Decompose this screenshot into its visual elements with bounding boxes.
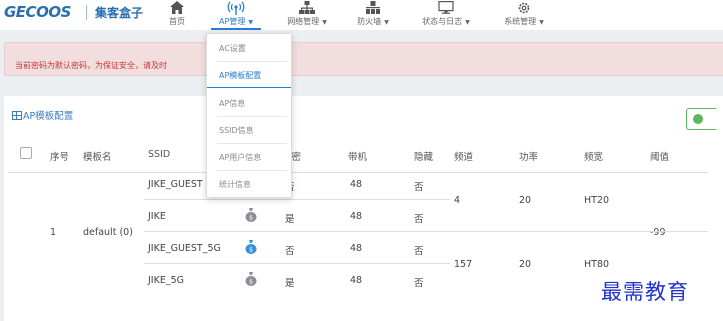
encryption-cell: 是	[285, 214, 295, 225]
col-header-channel: 频道	[454, 152, 474, 163]
menu-item-ap-user-info[interactable]: AP用户信息	[207, 143, 291, 170]
menu-item-ssid-info[interactable]: SSID信息	[207, 116, 291, 143]
group-channel: 4	[454, 195, 461, 206]
col-header-hidden: 隐藏	[414, 152, 434, 163]
template-index: 1	[50, 227, 57, 238]
add-template-button[interactable]	[686, 108, 716, 130]
ap-management-dropdown: AC设置 AP模板配置 AP信息 SSID信息 AP用户信息 统计信息	[206, 33, 292, 198]
row-divider	[144, 263, 450, 264]
chevron-down-icon: ▼	[248, 19, 253, 26]
menu-item-ap-info[interactable]: AP信息	[207, 89, 291, 116]
group-channel: 157	[454, 259, 473, 270]
chevron-down-icon: ▼	[384, 19, 389, 26]
watermark: 最需教育	[601, 280, 689, 304]
svg-text:$: $	[249, 215, 253, 222]
chevron-down-icon: ▼	[539, 19, 544, 26]
add-icon	[693, 114, 703, 124]
svg-text:$: $	[249, 247, 253, 254]
col-header-capacity: 带机	[348, 152, 368, 163]
menu-item-ac-settings[interactable]: AC设置	[207, 34, 291, 61]
group-bandwidth: HT20	[584, 195, 610, 206]
capacity-cell: 48	[350, 211, 363, 222]
col-header-template-name: 模板名	[83, 152, 112, 163]
monitor-icon	[417, 1, 475, 15]
menu-item-ap-template-config[interactable]: AP模板配置	[207, 61, 291, 88]
encryption-cell: 是	[285, 278, 295, 289]
chevron-down-icon: ▼	[322, 19, 327, 26]
row-divider	[144, 231, 708, 232]
col-header-ssid: SSID	[148, 149, 171, 160]
ssid-cell: JIKE_GUEST	[148, 179, 203, 190]
brand-name: 集客盒子	[95, 6, 144, 20]
template-name: default (0)	[83, 227, 133, 238]
nav-item-home[interactable]: 首页	[164, 0, 190, 30]
encryption-cell: 否	[285, 246, 295, 257]
default-password-alert: 当前密码为默认密码，为保证安全，请及时	[4, 42, 723, 76]
group-bandwidth: HT80	[584, 259, 610, 270]
hidden-cell: 否	[414, 278, 424, 289]
hidden-cell: 否	[414, 214, 424, 225]
network-topology-icon	[281, 1, 333, 15]
gear-icon	[498, 1, 550, 15]
panel-title: AP模板配置	[12, 108, 73, 122]
nav-label-status-logs: 状态与日志	[422, 17, 463, 26]
col-header-threshold: 阈值	[650, 152, 670, 163]
alert-text: 当前密码为默认密码，为保证安全，请及时	[15, 61, 167, 70]
ssid-cell: JIKE_5G	[148, 275, 184, 286]
money-bag-icon: $	[245, 272, 257, 286]
hidden-cell: 否	[414, 182, 424, 193]
nav-item-system-management[interactable]: 系统管理 ▼	[498, 0, 550, 30]
home-icon	[164, 1, 190, 15]
capacity-cell: 48	[350, 179, 363, 190]
capacity-cell: 48	[350, 275, 363, 286]
nav-item-ap-management[interactable]: AP管理 ▼	[211, 0, 261, 30]
col-header-index: 序号	[50, 152, 70, 163]
nav-label-system-management: 系统管理	[504, 17, 537, 26]
nav-item-firewall[interactable]: 防火墙 ▼	[352, 0, 394, 30]
wireless-ap-icon	[211, 1, 261, 15]
nav-item-status-logs[interactable]: 状态与日志 ▼	[417, 0, 475, 30]
nav-item-network-management[interactable]: 网络管理 ▼	[281, 0, 333, 30]
col-header-bandwidth: 频宽	[584, 152, 604, 163]
svg-text:$: $	[249, 279, 253, 286]
firewall-icon	[352, 1, 394, 15]
brand-logo[interactable]: GECOOS	[4, 3, 71, 21]
template-threshold: -99	[650, 227, 666, 238]
nav-label-network-management: 网络管理	[287, 17, 320, 26]
capacity-cell: 48	[350, 243, 363, 254]
nav-label-ap-management: AP管理	[219, 17, 246, 26]
money-bag-icon: $	[245, 208, 257, 222]
hidden-cell: 否	[414, 246, 424, 257]
header-divider	[8, 172, 708, 173]
menu-item-statistics[interactable]: 统计信息	[207, 170, 291, 197]
table-icon	[12, 111, 22, 120]
nav-label-home: 首页	[169, 17, 185, 26]
row-divider	[144, 199, 450, 200]
brand-divider	[86, 5, 87, 20]
col-header-power: 功率	[519, 152, 539, 163]
group-power: 20	[519, 195, 532, 206]
nav-label-firewall: 防火墙	[357, 17, 382, 26]
select-all-checkbox[interactable]	[20, 147, 32, 159]
top-navbar: GECOOS 集客盒子 首页 AP管理 ▼ 网络管理 ▼ 防火墙 ▼ 状态与日志 ▼	[0, 0, 723, 30]
money-bag-icon: $	[245, 240, 257, 254]
group-power: 20	[519, 259, 532, 270]
chevron-down-icon: ▼	[465, 19, 470, 26]
ssid-cell: JIKE	[148, 211, 166, 222]
ssid-cell: JIKE_GUEST_5G	[148, 243, 221, 254]
active-nav-indicator	[211, 28, 261, 30]
